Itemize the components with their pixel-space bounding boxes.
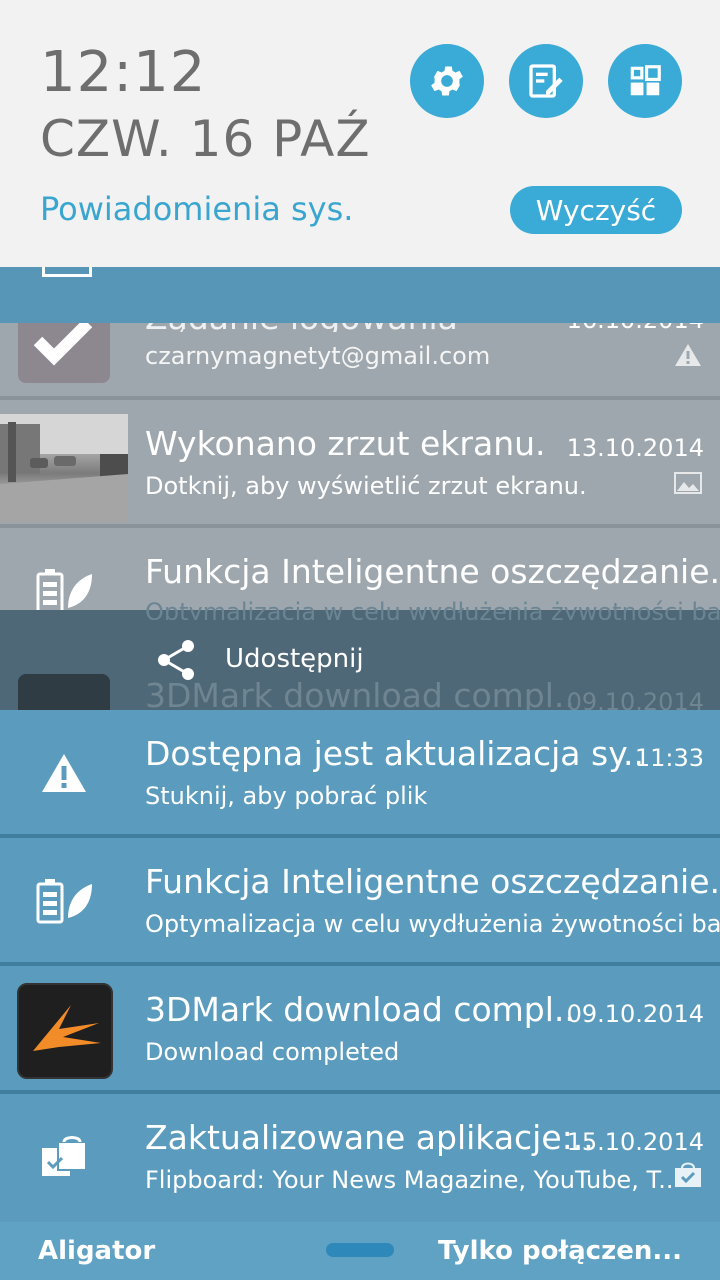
checkmark-icon <box>33 318 93 366</box>
bag-check-icon <box>675 1162 701 1187</box>
notification-subtitle: Download completed <box>145 1038 400 1066</box>
notification-time: 15.10.2014 <box>566 1128 704 1156</box>
quick-settings-button[interactable] <box>608 44 682 118</box>
warning-icon <box>675 344 701 366</box>
notification-time: 13.10.2014 <box>566 434 704 462</box>
collapsed-notification-strip[interactable] <box>0 267 720 323</box>
notification-updated-apps[interactable] <box>0 1094 720 1222</box>
section-label: Powiadomienia sys. <box>40 190 354 228</box>
3dmark-logo <box>33 1005 101 1051</box>
ghost-app-icon <box>18 674 110 710</box>
notification-subtitle: Flipboard: Your News Magazine, YouTube, … <box>145 1166 674 1194</box>
date: CZW. 16 PAŹ <box>40 110 371 168</box>
gear-icon <box>431 66 463 96</box>
notification-title: Zaktualizowane aplikacje:.. <box>145 1118 594 1157</box>
share-icon[interactable] <box>154 638 198 682</box>
battery-leaf-icon <box>36 879 92 924</box>
network-status: Tylko połączen... <box>437 1236 682 1266</box>
image-icon <box>674 472 702 494</box>
notification-subtitle: Optymalizacja w celu wydłużenia żywotnoś… <box>145 910 720 938</box>
ghost-time: 09.10.2014 <box>566 688 704 710</box>
screenshot-thumbnail <box>0 414 128 522</box>
notification-title: 3DMark download compl.. <box>145 990 575 1029</box>
battery-leaf-icon <box>36 569 92 614</box>
notification-subtitle: Stuknij, aby pobrać plik <box>145 782 428 810</box>
quick-settings-icon <box>630 65 661 96</box>
notification-time: 09.10.2014 <box>566 1000 704 1028</box>
edit-note-icon <box>529 64 563 98</box>
checkmark-app-icon <box>18 318 110 383</box>
street-image <box>0 414 128 522</box>
notification-header: 12:12 CZW. 16 PAŹ Powiadomienia sys. Wyc… <box>0 0 720 267</box>
notification-title: Funkcja Inteligentne oszczędzanie.. <box>145 552 720 591</box>
clear-button[interactable]: Wyczyść <box>510 186 682 234</box>
notification-subtitle: Dotknij, aby wyświetlić zrzut ekranu. <box>145 472 587 500</box>
notification-title: Dostępna jest aktualizacja sy.. <box>145 734 645 773</box>
edit-note-button[interactable] <box>509 44 583 118</box>
clock: 12:12 <box>40 40 207 105</box>
shopping-bag-icon <box>42 1136 87 1176</box>
carrier-label: Aligator <box>38 1236 156 1266</box>
ghost-title: 3DMark download compl.. <box>145 676 575 710</box>
warning-icon <box>42 754 86 792</box>
drag-handle[interactable] <box>326 1243 394 1257</box>
notification-title: Funkcja Inteligentne oszczędzanie.. <box>145 862 720 901</box>
notification-subtitle: czarnymagnetyt@gmail.com <box>145 342 491 370</box>
notification-title: Wykonano zrzut ekranu. <box>145 424 546 463</box>
settings-button[interactable] <box>410 44 484 118</box>
notification-time: 11:33 <box>634 744 704 772</box>
ghost-subtitle: Optymalizacja w celu wydłużenia żywotnoś… <box>145 598 720 620</box>
3dmark-app-icon <box>17 983 113 1079</box>
share-label[interactable]: Udostępnij <box>225 644 364 674</box>
